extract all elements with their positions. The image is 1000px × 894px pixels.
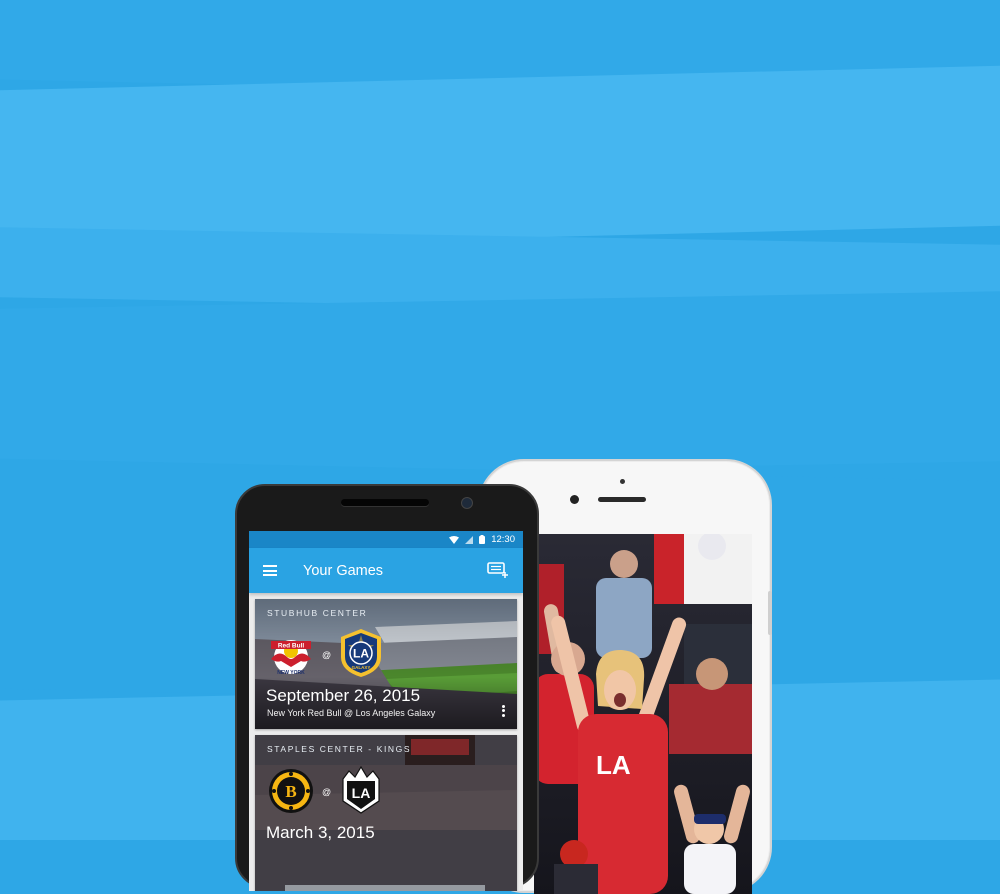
- app-bar: Your Games: [249, 548, 523, 593]
- game-card[interactable]: STAPLES CENTER - KINGS B @ LA March 3, 2…: [255, 735, 517, 891]
- svg-text:LA: LA: [353, 647, 369, 661]
- svg-text:GALAXY: GALAXY: [352, 665, 371, 670]
- at-symbol: @: [322, 650, 332, 660]
- svg-text:Red Bull: Red Bull: [278, 643, 305, 650]
- la-kings-logo: LA: [342, 765, 380, 814]
- menu-icon[interactable]: [263, 563, 277, 579]
- wifi-icon: [449, 535, 460, 544]
- more-options-icon[interactable]: [502, 703, 506, 718]
- side-button: [768, 591, 772, 635]
- signal-icon: [465, 535, 474, 544]
- svg-text:LA: LA: [596, 750, 631, 780]
- game-date: September 26, 2015: [266, 686, 421, 705]
- game-date: March 3, 2015: [266, 823, 375, 842]
- app-screen: 12:30 Your Games STUBHUB CENTER Red Bull…: [249, 531, 523, 891]
- front-camera: [461, 497, 473, 509]
- speaker-grille: [341, 499, 429, 506]
- front-camera: [570, 495, 579, 504]
- android-device: 12:30 Your Games STUBHUB CENTER Red Bull…: [235, 484, 539, 891]
- status-bar: 12:30: [249, 531, 523, 548]
- add-ticket-icon[interactable]: [487, 561, 509, 579]
- venue-label: STUBHUB CENTER: [267, 608, 368, 618]
- fans-celebrating-photo: LA: [534, 534, 752, 894]
- battery-icon: [479, 535, 486, 544]
- page-title: Your Games: [303, 562, 384, 579]
- venue-label: STAPLES CENTER - KINGS: [267, 744, 412, 754]
- earpiece-speaker: [598, 497, 646, 502]
- svg-text:NEW YORK: NEW YORK: [277, 670, 305, 676]
- status-time: 12:30: [491, 534, 515, 545]
- boston-bruins-logo: B: [269, 769, 313, 813]
- svg-text:LA: LA: [352, 785, 371, 801]
- at-symbol: @: [322, 787, 332, 797]
- game-card[interactable]: STUBHUB CENTER Red Bull NEW YORK @ LA GA…: [255, 599, 517, 729]
- proximity-sensor: [620, 479, 625, 484]
- game-matchup: New York Red Bull @ Los Angeles Galaxy: [267, 708, 436, 718]
- la-galaxy-logo: LA GALAXY: [341, 629, 381, 677]
- ny-red-bull-logo: Red Bull NEW YORK: [271, 640, 311, 676]
- svg-text:B: B: [285, 782, 296, 801]
